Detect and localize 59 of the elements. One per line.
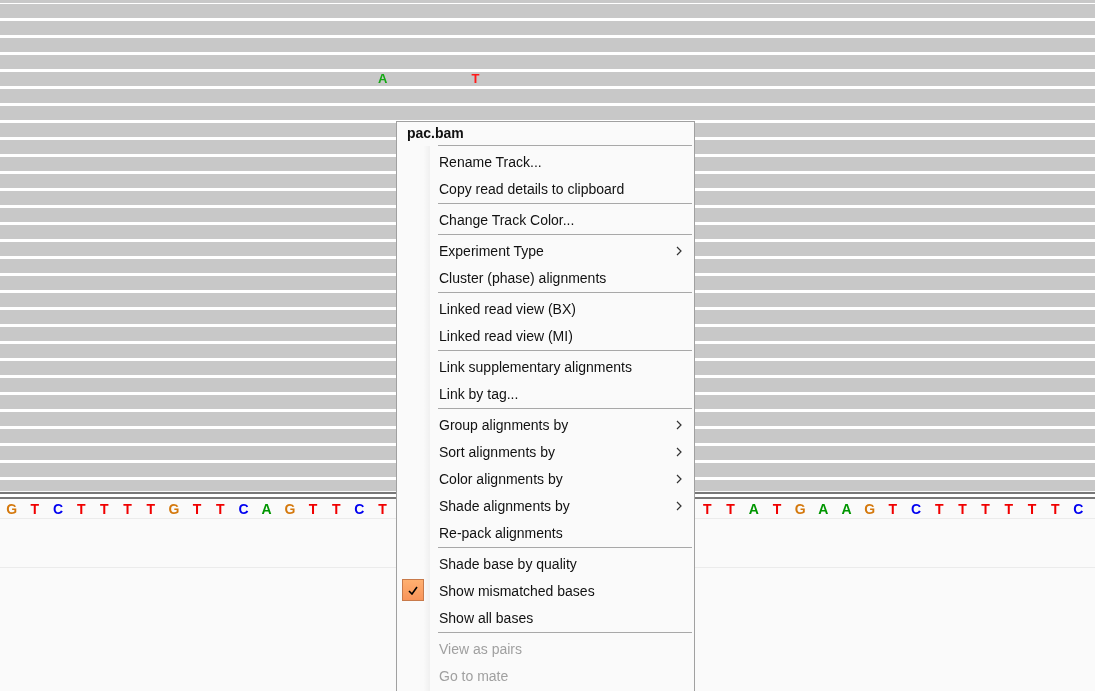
reference-base: C — [910, 500, 923, 517]
reference-base: T — [330, 500, 342, 517]
menu-item[interactable]: Cluster (phase) alignments — [397, 264, 694, 291]
chevron-right-icon — [676, 474, 682, 484]
chevron-right-icon — [676, 420, 682, 430]
menu-item[interactable]: Re-pack alignments — [397, 519, 694, 546]
chevron-right-icon — [676, 447, 682, 457]
menu-title: pac.bam — [406, 124, 465, 143]
reference-base: T — [191, 500, 203, 517]
reference-base: G — [5, 500, 19, 517]
reference-base: A — [840, 500, 853, 517]
mismatch-base: A — [377, 72, 389, 86]
menu-item[interactable]: Linked read view (BX) — [397, 295, 694, 322]
reference-base: C — [353, 500, 366, 517]
reference-base: G — [167, 500, 181, 517]
reference-base: A — [817, 500, 830, 517]
reference-base: T — [980, 500, 991, 517]
menu-item[interactable]: Rename Track... — [397, 148, 694, 175]
reference-base: T — [377, 500, 388, 517]
reference-base: G — [793, 500, 807, 517]
reference-base: T — [725, 500, 736, 517]
chevron-right-icon — [676, 246, 682, 256]
menu-item[interactable]: Show all bases — [397, 604, 694, 631]
menu-item[interactable]: Link supplementary alignments — [397, 353, 694, 380]
reference-base: A — [260, 500, 273, 517]
reference-base: T — [307, 500, 319, 517]
reference-base: C — [1072, 500, 1085, 517]
chevron-right-icon — [676, 501, 682, 511]
reference-base: C — [51, 500, 65, 517]
reference-base: A — [747, 500, 760, 517]
menu-item[interactable]: Change Track Color... — [397, 206, 694, 233]
reference-base: T — [29, 500, 41, 517]
menu-item[interactable]: Show mismatched bases — [397, 577, 694, 604]
reference-base: T — [122, 500, 133, 517]
reference-base: T — [702, 500, 713, 517]
reference-base: T — [75, 500, 87, 517]
menu-item[interactable]: Shade alignments by — [397, 492, 694, 519]
reference-base: T — [215, 500, 226, 517]
menu-item[interactable]: Shade base by quality — [397, 550, 694, 577]
menu-item[interactable]: Experiment Type — [397, 237, 694, 264]
mismatch-base: T — [470, 72, 481, 86]
menu-item[interactable]: Sort alignments by — [397, 438, 694, 465]
reference-base: C — [237, 500, 250, 517]
menu-item[interactable]: Link by tag... — [397, 380, 694, 407]
reference-base: T — [99, 500, 110, 517]
reference-base: T — [1049, 500, 1061, 517]
menu-item[interactable]: Group alignments by — [397, 411, 694, 438]
menu-item[interactable]: Linked read view (MI) — [397, 322, 694, 349]
menu-item[interactable]: Copy read details to clipboard — [397, 175, 694, 202]
reference-base: T — [957, 500, 968, 517]
reference-base: G — [283, 500, 297, 517]
reference-base: T — [771, 500, 783, 517]
reference-base: T — [145, 500, 156, 517]
reference-base: T — [887, 500, 899, 517]
reference-base: T — [933, 500, 945, 517]
reference-base: T — [1003, 500, 1015, 517]
reference-base: T — [1026, 500, 1038, 517]
menu-item[interactable]: Color alignments by — [397, 465, 694, 492]
reference-base: G — [863, 500, 877, 517]
